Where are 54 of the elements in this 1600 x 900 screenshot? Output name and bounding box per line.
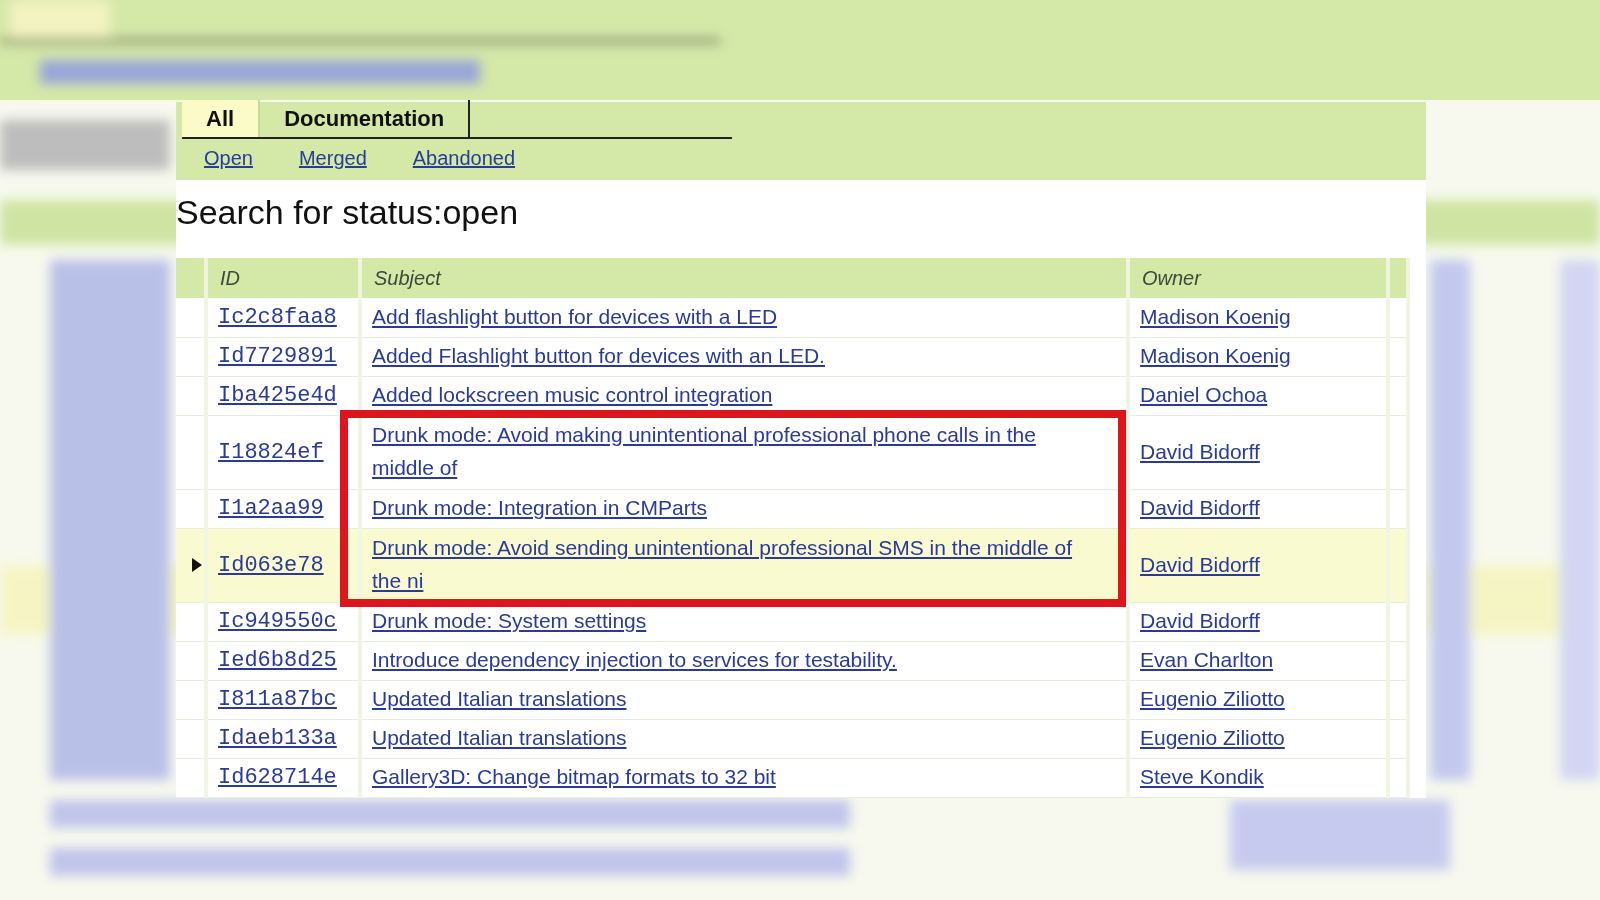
subject-link[interactable]: Drunk mode: Avoid making unintentional professional phone calls in the middle of [372, 418, 1097, 484]
owner-link[interactable]: David Bidorff [1140, 604, 1260, 637]
owner-link[interactable]: Eugenio Ziliotto [1140, 721, 1285, 754]
header-cell [1388, 258, 1408, 298]
subject-link[interactable]: Drunk mode: Avoid sending unintentional professional SMS in the middle of the ni [372, 531, 1097, 597]
column-header: ID [206, 258, 360, 298]
change-id-link[interactable]: Ied6b8d25 [218, 648, 337, 673]
owner-link[interactable]: David Bidorff [1140, 547, 1260, 581]
table-row[interactable]: Idaeb133a Updated Italian translations Eugenio Ziliotto [176, 719, 1408, 758]
owner-link[interactable]: Madison Koenig [1140, 299, 1291, 333]
owner-link[interactable]: Daniel Ochoa [1140, 378, 1268, 411]
table-row[interactable]: I811a87bc Updated Italian translations Eugenio Ziliotto [176, 680, 1408, 719]
owner-link[interactable]: Evan Charlton [1140, 643, 1274, 676]
column-header: Subject [360, 258, 1128, 298]
change-id-link[interactable]: I811a87bc [218, 687, 337, 712]
page-title: Search for status:open [176, 192, 519, 233]
change-id-link[interactable]: Id063e78 [218, 552, 324, 578]
subject-link[interactable]: Updated Italian translations [372, 682, 627, 715]
tab[interactable]: Documentation [260, 100, 471, 137]
subject-link[interactable]: Gallery3D: Change bitmap formats to 32 bit [372, 760, 776, 793]
tab[interactable]: All [182, 100, 261, 137]
subject-link[interactable]: Added lockscreen music control integration [372, 378, 773, 411]
status-link[interactable]: Abandoned [412, 147, 516, 170]
table-row[interactable]: Ied6b8d25 Introduce dependency injection to services for testability. Evan Charlton [176, 641, 1408, 680]
table-row[interactable]: I1a2aa99 Drunk mode: Integration in CMParts David Bidorff [176, 489, 1408, 528]
change-id-link[interactable]: Ic2c8faa8 [218, 304, 337, 330]
owner-link[interactable]: Madison Koenig [1140, 339, 1291, 372]
owner-link[interactable]: David Bidorff [1140, 491, 1260, 524]
status-link[interactable]: Open [204, 147, 253, 170]
change-id-link[interactable]: Idaeb133a [218, 726, 337, 751]
table-row[interactable]: Id7729891 Added Flashlight button for devices with an LED. Madison Koenig [176, 337, 1408, 376]
status-link[interactable]: Merged [298, 147, 367, 170]
owner-link[interactable]: David Bidorff [1140, 434, 1260, 468]
table-row[interactable]: Ic2c8faa8 Add flashlight button for devices with a LED Madison Koenig [176, 298, 1408, 337]
owner-link[interactable]: Steve Kondik [1140, 760, 1264, 793]
table-row[interactable]: I18824ef Drunk mode: Avoid making unintentional professional phone calls in the middle of David Bidorff [176, 415, 1408, 489]
change-id-link[interactable]: Ic949550c [218, 609, 337, 634]
subject-link[interactable]: Added Flashlight button for devices with an LED. [372, 339, 825, 372]
subject-link[interactable]: Introduce dependency injection to services for testability. [372, 643, 897, 676]
change-id-link[interactable]: Iba425e4d [218, 383, 337, 408]
change-id-link[interactable]: I18824ef [218, 439, 324, 465]
change-id-link[interactable]: I1a2aa99 [218, 496, 324, 521]
subject-link[interactable]: Drunk mode: Integration in CMParts [372, 491, 707, 524]
subject-link[interactable]: Updated Italian translations [372, 721, 627, 754]
owner-link[interactable]: Eugenio Ziliotto [1140, 682, 1285, 715]
column-header: Owner [1128, 258, 1388, 298]
subject-link[interactable]: Drunk mode: System settings [372, 604, 647, 637]
change-id-link[interactable]: Id628714e [218, 765, 337, 790]
header-cell [176, 258, 206, 298]
table-row[interactable]: Id063e78 Drunk mode: Avoid sending unintentional professional SMS in the middle of the ni David Bidorff [176, 528, 1408, 602]
change-id-link[interactable]: Id7729891 [218, 344, 337, 369]
table-row[interactable]: Id628714e Gallery3D: Change bitmap formats to 32 bit Steve Kondik [176, 758, 1408, 797]
subject-link[interactable]: Add flashlight button for devices with a LED [372, 299, 778, 333]
pointer-icon [192, 558, 202, 572]
